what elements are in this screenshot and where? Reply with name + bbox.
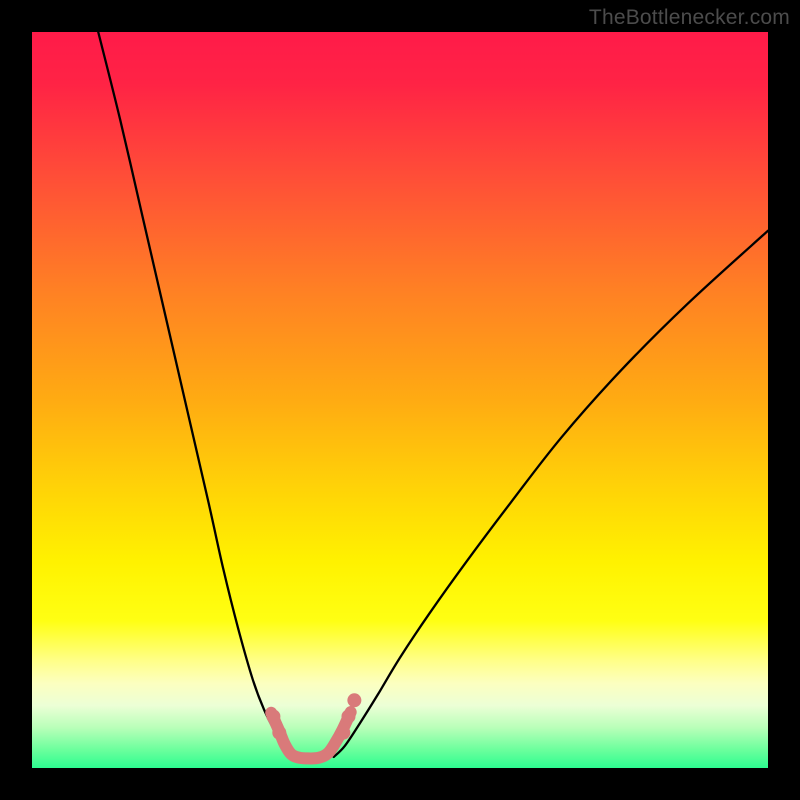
right-curve: [334, 231, 768, 757]
trough-dot: [336, 726, 350, 740]
curves-layer: [32, 32, 768, 768]
trough-dot: [266, 709, 280, 723]
trough-dot: [341, 709, 355, 723]
plot-area: [32, 32, 768, 768]
watermark-label: TheBottlenecker.com: [589, 6, 790, 30]
chart-frame: TheBottlenecker.com: [0, 0, 800, 800]
left-curve: [98, 32, 292, 757]
trough-dot: [272, 726, 286, 740]
trough-dot: [347, 693, 361, 707]
